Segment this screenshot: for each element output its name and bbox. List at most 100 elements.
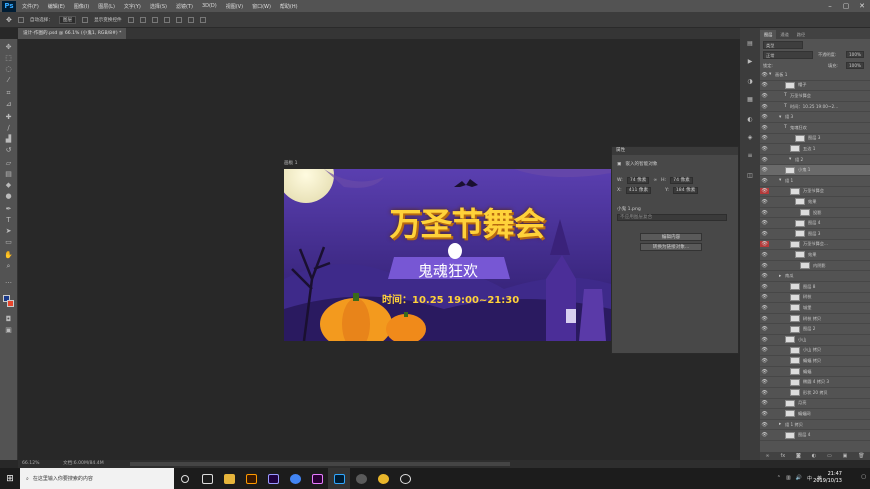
layer-row[interactable]: 👁 ▾ 组 3 bbox=[760, 112, 870, 123]
cortana-icon[interactable] bbox=[174, 468, 196, 489]
visibility-eye-icon[interactable]: 👁 bbox=[760, 316, 769, 322]
zoom-icon[interactable]: ⌕ bbox=[4, 262, 13, 271]
taskbar-search[interactable]: ⌕ 在这里输入你要搜索的内容 bbox=[20, 468, 174, 489]
brush-icon[interactable]: ∕ bbox=[4, 124, 13, 133]
windows-start-icon[interactable]: ⊞ bbox=[0, 468, 20, 489]
eyedropper-icon[interactable]: ⊿ bbox=[4, 100, 13, 109]
visibility-eye-icon[interactable]: 👁 bbox=[760, 241, 769, 248]
layer-row[interactable]: 👁 城堡 bbox=[760, 303, 870, 314]
adjustments-panel-icon[interactable]: ◐ bbox=[746, 116, 754, 124]
align-left-icon[interactable] bbox=[163, 16, 170, 23]
visibility-eye-icon[interactable]: 👁 bbox=[760, 284, 769, 290]
menu-type[interactable]: 文字(Y) bbox=[124, 3, 141, 10]
layer-row[interactable]: 👁 图层 2 bbox=[760, 324, 870, 335]
layer-row[interactable]: 👁 效果 bbox=[760, 197, 870, 208]
history-brush-icon[interactable]: ↺ bbox=[4, 146, 13, 155]
visibility-eye-icon[interactable]: 👁 bbox=[760, 157, 769, 163]
type-icon[interactable]: T bbox=[4, 216, 13, 225]
visibility-eye-icon[interactable]: 👁 bbox=[760, 104, 769, 110]
properties-panel-icon[interactable]: ≡ bbox=[746, 152, 754, 160]
network-icon[interactable]: ▥ bbox=[786, 475, 791, 482]
color-panel-icon[interactable]: ◑ bbox=[746, 78, 754, 86]
layer-row[interactable]: 👁 小鬼 1 bbox=[760, 165, 870, 176]
layer-row[interactable]: 👁 ▸ 组 1 拷贝 bbox=[760, 420, 870, 431]
layer-row[interactable]: 👁 图层 4 bbox=[760, 218, 870, 229]
artboard-label[interactable]: 画板 1 bbox=[284, 160, 298, 166]
layer-row[interactable]: 👁 图层 3 bbox=[760, 134, 870, 145]
tab-channels[interactable]: 通道 bbox=[776, 30, 792, 39]
layer-row[interactable]: 👁 ▾ 组 2 bbox=[760, 155, 870, 166]
visibility-eye-icon[interactable]: 👁 bbox=[760, 432, 769, 438]
media-icon[interactable] bbox=[394, 468, 416, 489]
align-top-icon[interactable] bbox=[127, 16, 134, 23]
blend-mode-dropdown[interactable]: 正常 bbox=[763, 51, 813, 59]
auto-select-dropdown[interactable]: 图层 bbox=[58, 15, 77, 24]
tab-layers[interactable]: 图层 bbox=[760, 30, 777, 39]
layer-row[interactable]: 👁 蝙蝠 bbox=[760, 367, 870, 378]
visibility-eye-icon[interactable]: 👁 bbox=[760, 199, 769, 205]
menu-file[interactable]: 文件(F) bbox=[22, 3, 39, 10]
dodge-icon[interactable]: ● bbox=[4, 192, 13, 201]
actions-panel-icon[interactable]: ▶ bbox=[746, 58, 754, 66]
layer-row[interactable]: 👁 ▾ 组 1 bbox=[760, 176, 870, 187]
menu-view[interactable]: 视图(V) bbox=[226, 3, 243, 10]
gradient-icon[interactable]: ▤ bbox=[4, 170, 13, 179]
volume-icon[interactable]: 🔊 bbox=[796, 475, 802, 482]
visibility-eye-icon[interactable]: 👁 bbox=[760, 188, 769, 195]
styles-panel-icon[interactable]: ◈ bbox=[746, 134, 754, 142]
pen-icon[interactable]: ✒ bbox=[4, 205, 13, 214]
visibility-eye-icon[interactable]: 👁 bbox=[760, 337, 769, 343]
layer-row[interactable]: 👁 帽子 bbox=[760, 81, 870, 92]
layer-row[interactable]: 👁 T 时间：10.25 19:00~2... bbox=[760, 102, 870, 113]
layer-row[interactable]: 👁 月亮 bbox=[760, 399, 870, 410]
screen-mode-icon[interactable]: ▣ bbox=[4, 326, 13, 335]
visibility-eye-icon[interactable]: 👁 bbox=[760, 273, 769, 279]
file-explorer-icon[interactable] bbox=[218, 468, 240, 489]
maximize-button[interactable]: ▢ bbox=[838, 0, 854, 12]
layer-row[interactable]: 👁 ▸ 南瓜 bbox=[760, 271, 870, 282]
lasso-icon[interactable]: ◌ bbox=[4, 65, 13, 74]
link-icon[interactable]: ∞ bbox=[653, 178, 657, 183]
layer-row[interactable]: 👁 效果 bbox=[760, 250, 870, 261]
visibility-eye-icon[interactable]: 👁 bbox=[760, 146, 769, 152]
layer-row[interactable]: 👁 小山 拷贝 bbox=[760, 346, 870, 357]
show-transform-checkbox[interactable] bbox=[82, 16, 89, 23]
visibility-eye-icon[interactable]: 👁 bbox=[760, 294, 769, 300]
layer-row[interactable]: 👁 树枝 bbox=[760, 293, 870, 304]
clock[interactable]: 21:47 2019/10/13 bbox=[813, 471, 842, 485]
eraser-icon[interactable]: ▱ bbox=[4, 159, 13, 168]
quick-mask-icon[interactable]: ◘ bbox=[4, 315, 13, 324]
menu-select[interactable]: 选择(S) bbox=[150, 3, 167, 10]
visibility-eye-icon[interactable]: 👁 bbox=[760, 326, 769, 332]
visibility-eye-icon[interactable]: 👁 bbox=[760, 305, 769, 311]
layer-row[interactable]: 👁 蝙蝠网 bbox=[760, 409, 870, 420]
chrome-icon[interactable] bbox=[284, 468, 306, 489]
visibility-eye-icon[interactable]: 👁 bbox=[760, 114, 769, 120]
visibility-eye-icon[interactable]: 👁 bbox=[760, 369, 769, 375]
align-middle-icon[interactable] bbox=[139, 16, 146, 23]
layer-row[interactable]: 👁 椭圆 4 拷贝 3 bbox=[760, 377, 870, 388]
tray-up-icon[interactable]: ⌃ bbox=[777, 475, 781, 482]
height-field[interactable]: 74 像素 bbox=[670, 177, 693, 184]
background-color-swatch[interactable] bbox=[7, 300, 14, 307]
swatches-panel-icon[interactable]: ▦ bbox=[746, 96, 754, 104]
task-view-icon[interactable] bbox=[196, 468, 218, 489]
stamp-icon[interactable]: ▟ bbox=[4, 135, 13, 144]
visibility-eye-icon[interactable]: 👁 bbox=[760, 178, 769, 184]
history-panel-icon[interactable]: ▤ bbox=[746, 40, 754, 48]
zoom-level[interactable]: 66.12% bbox=[22, 461, 40, 466]
visibility-eye-icon[interactable]: 👁 bbox=[760, 135, 769, 141]
mask-icon[interactable]: ◙ bbox=[796, 452, 801, 460]
layer-filter-dropdown[interactable]: 类型 bbox=[763, 41, 803, 49]
align-right-icon[interactable] bbox=[187, 16, 194, 23]
layer-row[interactable]: 👁 蝙蝠 拷贝 bbox=[760, 356, 870, 367]
ime-language[interactable]: 中 bbox=[807, 475, 812, 482]
more-tools-icon[interactable]: … bbox=[4, 277, 13, 286]
new-layer-icon[interactable]: ▣ bbox=[843, 452, 848, 460]
visibility-eye-icon[interactable]: 👁 bbox=[760, 252, 769, 258]
layer-row[interactable]: 👁 投影 bbox=[760, 208, 870, 219]
layer-row[interactable]: 👁 图层 4 bbox=[760, 430, 870, 441]
align-bottom-icon[interactable] bbox=[151, 16, 158, 23]
horizontal-scrollbar[interactable] bbox=[130, 462, 510, 466]
menu-layer[interactable]: 图层(L) bbox=[98, 3, 115, 10]
